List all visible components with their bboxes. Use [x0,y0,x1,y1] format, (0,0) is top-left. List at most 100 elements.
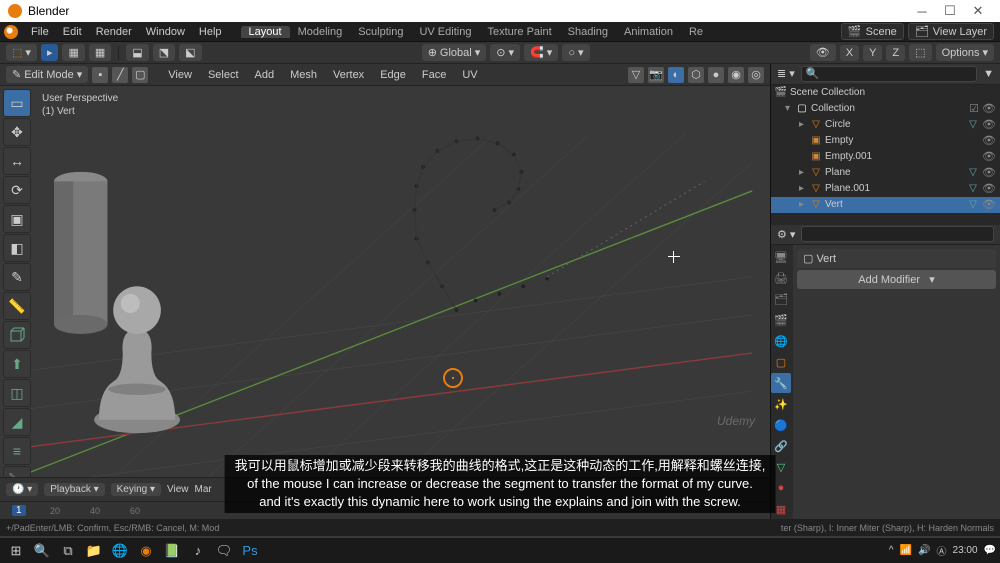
tool-scale[interactable]: ▣ [3,205,31,233]
tool-add-cube[interactable] [3,321,31,349]
visibility-icon[interactable]: 👁 [982,182,996,195]
shading-rendered-button[interactable]: ◎ [748,67,764,83]
tool-inset[interactable]: ◫ [3,379,31,407]
props-tab-render[interactable]: 🖥 [771,247,791,267]
timeline-editor-type[interactable]: 🕐 ▾ [6,483,38,496]
props-tab-particles[interactable]: ✨ [771,394,791,414]
props-tab-output[interactable]: 🖨 [771,268,791,288]
xray-button[interactable]: ◐ [668,67,684,83]
timeline-marker-menu[interactable]: Mar [195,484,212,495]
window-minimize-button[interactable]: ─ [908,2,936,20]
tool-loop-cut[interactable]: ≡ [3,437,31,465]
visibility-icon[interactable]: 👁 [982,198,996,211]
options-dropdown[interactable]: Options ▾ [936,44,994,61]
workspace-tab-modeling[interactable]: Modeling [290,26,351,38]
vert-select-mode[interactable]: ▪ [92,67,108,83]
tool-knife[interactable]: 🔪 [3,466,31,477]
tray-time[interactable]: 23:00 [953,545,978,556]
tool-move[interactable]: ↔ [3,147,31,175]
tool-measure[interactable]: 📏 [3,292,31,320]
edge-select-mode[interactable]: ╱ [112,67,128,83]
menu-view[interactable]: View [162,69,198,81]
tool-transform[interactable]: ◧ [3,234,31,262]
menu-window[interactable]: Window [139,26,192,38]
visibility-icon[interactable]: 👁 [982,150,996,163]
cursor-select-button[interactable]: ▸ [41,44,59,61]
taskbar-app-2[interactable]: 📗 [160,541,184,561]
props-tab-constraints[interactable]: 🔗 [771,436,791,456]
outliner-item-empty001[interactable]: ▣ Empty.001 👁 [771,149,1000,165]
shading-solid-button[interactable]: ● [708,67,724,83]
camera-view-button[interactable]: 📷 [648,67,664,83]
gizmo-z[interactable]: Z [886,45,905,61]
props-tab-viewlayer[interactable]: 🗂 [771,289,791,309]
outliner-collection[interactable]: ▾ ▢ Collection ☑ 👁 [771,101,1000,117]
window-close-button[interactable]: ✕ [964,2,992,20]
props-tab-world[interactable]: 🌐 [771,331,791,351]
props-tab-physics[interactable]: 🔵 [771,415,791,435]
shading-material-button[interactable]: ◉ [728,67,744,83]
menu-vertex[interactable]: Vertex [327,69,370,81]
tray-lang-icon[interactable]: Ⓐ [937,543,947,558]
menu-edit[interactable]: Edit [56,26,89,38]
properties-search[interactable] [801,226,994,242]
workspace-tab-shading[interactable]: Shading [560,26,616,38]
timeline-current-frame[interactable]: 1 [12,505,26,516]
system-tray[interactable]: ^ 📶 🔊 Ⓐ 23:00 💬 [889,543,996,558]
outliner-item-plane[interactable]: ▸▽ Plane ▽ 👁 [771,165,1000,181]
menu-help[interactable]: Help [192,26,229,38]
scene-selector[interactable]: 🎬 Scene [841,23,904,40]
menu-uv[interactable]: UV [456,69,483,81]
menu-render[interactable]: Render [89,26,139,38]
outliner-filter-button[interactable]: ▼ [983,68,994,80]
visibility-icon[interactable]: 👁 [982,134,996,147]
workspace-tab-uvediting[interactable]: UV Editing [411,26,479,38]
snap-grid2-button[interactable]: ▦ [89,44,111,61]
tray-up-icon[interactable]: ^ [889,545,894,556]
outliner-search[interactable]: 🔍 [801,66,977,82]
proportional-edit[interactable]: ○ ▾ [562,44,589,61]
tray-volume-icon[interactable]: 🔊 [918,545,930,556]
search-button[interactable]: 🔍 [30,541,54,561]
outliner-tree[interactable]: 🎬 Scene Collection ▾ ▢ Collection ☑ 👁 ▸▽… [771,85,1000,225]
properties-type-icon[interactable]: ⚙ ▾ [777,228,795,241]
tool-bevel[interactable]: ◢ [3,408,31,436]
tray-network-icon[interactable]: 📶 [900,545,912,556]
menu-file[interactable]: File [24,26,56,38]
workspace-tab-rendering[interactable]: Re [681,26,711,38]
start-button[interactable]: ⊞ [4,541,28,561]
pivot-selector[interactable]: ⊙ ▾ [490,44,520,61]
timeline-keying[interactable]: Keying ▾ [111,483,161,496]
task-view-button[interactable]: ⧉ [56,541,80,561]
timeline-view-menu[interactable]: View [167,484,189,495]
tool-annotate[interactable]: ✎ [3,263,31,291]
taskbar-app-5[interactable]: Ps [238,541,262,561]
3d-viewport[interactable]: ▭ ✥ ↔ ⟳ ▣ ◧ ✎ 📏 ⬆ ◫ ◢ ≡ 🔪 User Perspecti… [0,86,770,477]
tool-select-box[interactable]: ▭ [3,89,31,117]
viewlayer-selector[interactable]: 🗂 View Layer [908,23,994,40]
props-tab-object[interactable]: ▢ [771,352,791,372]
outliner-type-icon[interactable]: ≣ ▾ [777,67,795,80]
taskbar-app-1[interactable]: ◉ [134,541,158,561]
tool-icon2[interactable]: ⬔ [153,44,175,61]
tool-icon3[interactable]: ⬕ [179,44,201,61]
tool-icon1[interactable]: ⬓ [126,44,148,61]
visibility-button[interactable]: 👁 [810,44,836,61]
properties-breadcrumb[interactable]: ▢ Vert [797,249,996,268]
workspace-tab-layout[interactable]: Layout [241,26,290,38]
menu-select[interactable]: Select [202,69,245,81]
face-select-mode[interactable]: ▢ [132,67,148,83]
workspace-tab-animation[interactable]: Animation [616,26,681,38]
tray-notification-icon[interactable]: 💬 [984,545,996,556]
props-tab-scene[interactable]: 🎬 [771,310,791,330]
taskbar-app-4[interactable]: 🗨 [212,541,236,561]
window-maximize-button[interactable]: ☐ [936,2,964,20]
snap-selector[interactable]: 🧲 ▾ [524,44,558,61]
add-modifier-button[interactable]: Add Modifier ▾ [797,270,996,289]
outliner-item-vert[interactable]: ▸▽ Vert ▽ 👁 [771,197,1000,213]
gizmo-x[interactable]: X [840,45,859,61]
taskbar-app-explorer[interactable]: 📁 [82,541,106,561]
shading-wire-button[interactable]: ⬡ [688,67,704,83]
tool-cursor[interactable]: ✥ [3,118,31,146]
editor-type-button[interactable]: ⬚ ▾ [6,44,37,61]
